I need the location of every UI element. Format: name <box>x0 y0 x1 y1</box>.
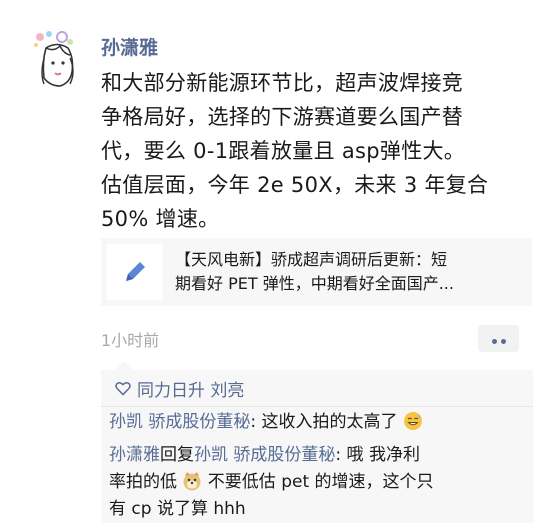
post-content: 和大部分新能源环节比，超声波焊接竞 争格局好，选择的下游赛道要么国产替 代，要么… <box>101 66 533 236</box>
comment-text: 不要低估 pet 的增速，这个只 <box>202 472 434 492</box>
post-content-line: 代，要么 0-1跟着放量且 asp弹性大。 <box>101 139 466 163</box>
article-thumbnail <box>107 244 163 300</box>
comments-panel: 同力日升 刘亮 孙凯 骄成股份董秘: 这收入拍的太高了 孙潇雅回复孙凯 骄成股份… <box>101 370 533 523</box>
comment-item[interactable]: 孙潇雅回复孙凯 骄成股份董秘: 哦 我净利 率拍的低 不要低估 pet 的增速，… <box>109 442 527 523</box>
divider <box>101 406 533 407</box>
comment-separator: : <box>250 412 262 432</box>
sweat-smile-emoji-icon <box>403 412 422 430</box>
reply-target[interactable]: 孙凯 骄成股份董秘 <box>194 445 335 465</box>
comment-author[interactable]: 孙凯 骄成股份董秘 <box>109 412 250 432</box>
shared-article-card[interactable]: 【天风电新】骄成超声调研后更新：短 期看好 PET 弹性，中期看好全面国产... <box>101 238 532 306</box>
article-title: 【天风电新】骄成超声调研后更新：短 期看好 PET 弹性，中期看好全面国产... <box>175 248 520 296</box>
likes-row: 同力日升 刘亮 <box>115 376 244 401</box>
post-content-line: 和大部分新能源环节比，超声波焊接竞 <box>101 71 464 95</box>
likes-names[interactable]: 同力日升 刘亮 <box>137 376 244 401</box>
comment-author[interactable]: 孙潇雅 <box>109 445 160 465</box>
comments-pointer <box>115 361 133 370</box>
post-timestamp: 1小时前 <box>101 331 160 350</box>
sketch-avatar-icon <box>34 31 74 87</box>
post-author-name[interactable]: 孙潇雅 <box>101 33 158 60</box>
doge-emoji-icon <box>183 472 201 491</box>
more-options-button[interactable] <box>478 325 519 352</box>
comment-separator: : <box>335 445 347 465</box>
post-content-line: 50% 增速。 <box>101 207 220 231</box>
pencil-icon <box>126 262 145 281</box>
comment-text: 哦 我净利 <box>346 445 420 465</box>
post-content-line: 估值层面，今年 2e 50X，未来 3 年复合 <box>101 173 489 197</box>
comment-text: 率拍的低 <box>109 472 177 492</box>
heart-outline-icon <box>115 381 131 396</box>
comment-text: 有 cp 说了算 hhh <box>109 499 246 519</box>
reply-word: 回复 <box>160 445 194 465</box>
article-title-line: 【天风电新】骄成超声调研后更新：短 <box>175 250 448 269</box>
comment-text: 这收入拍的太高了 <box>261 412 398 432</box>
avatar[interactable] <box>30 28 84 90</box>
article-title-line: 期看好 PET 弹性，中期看好全面国产... <box>175 274 454 293</box>
more-dots-icon <box>490 329 508 348</box>
comment-item[interactable]: 孙凯 骄成股份董秘: 这收入拍的太高了 <box>109 409 527 436</box>
post-content-line: 争格局好，选择的下游赛道要么国产替 <box>101 105 464 129</box>
